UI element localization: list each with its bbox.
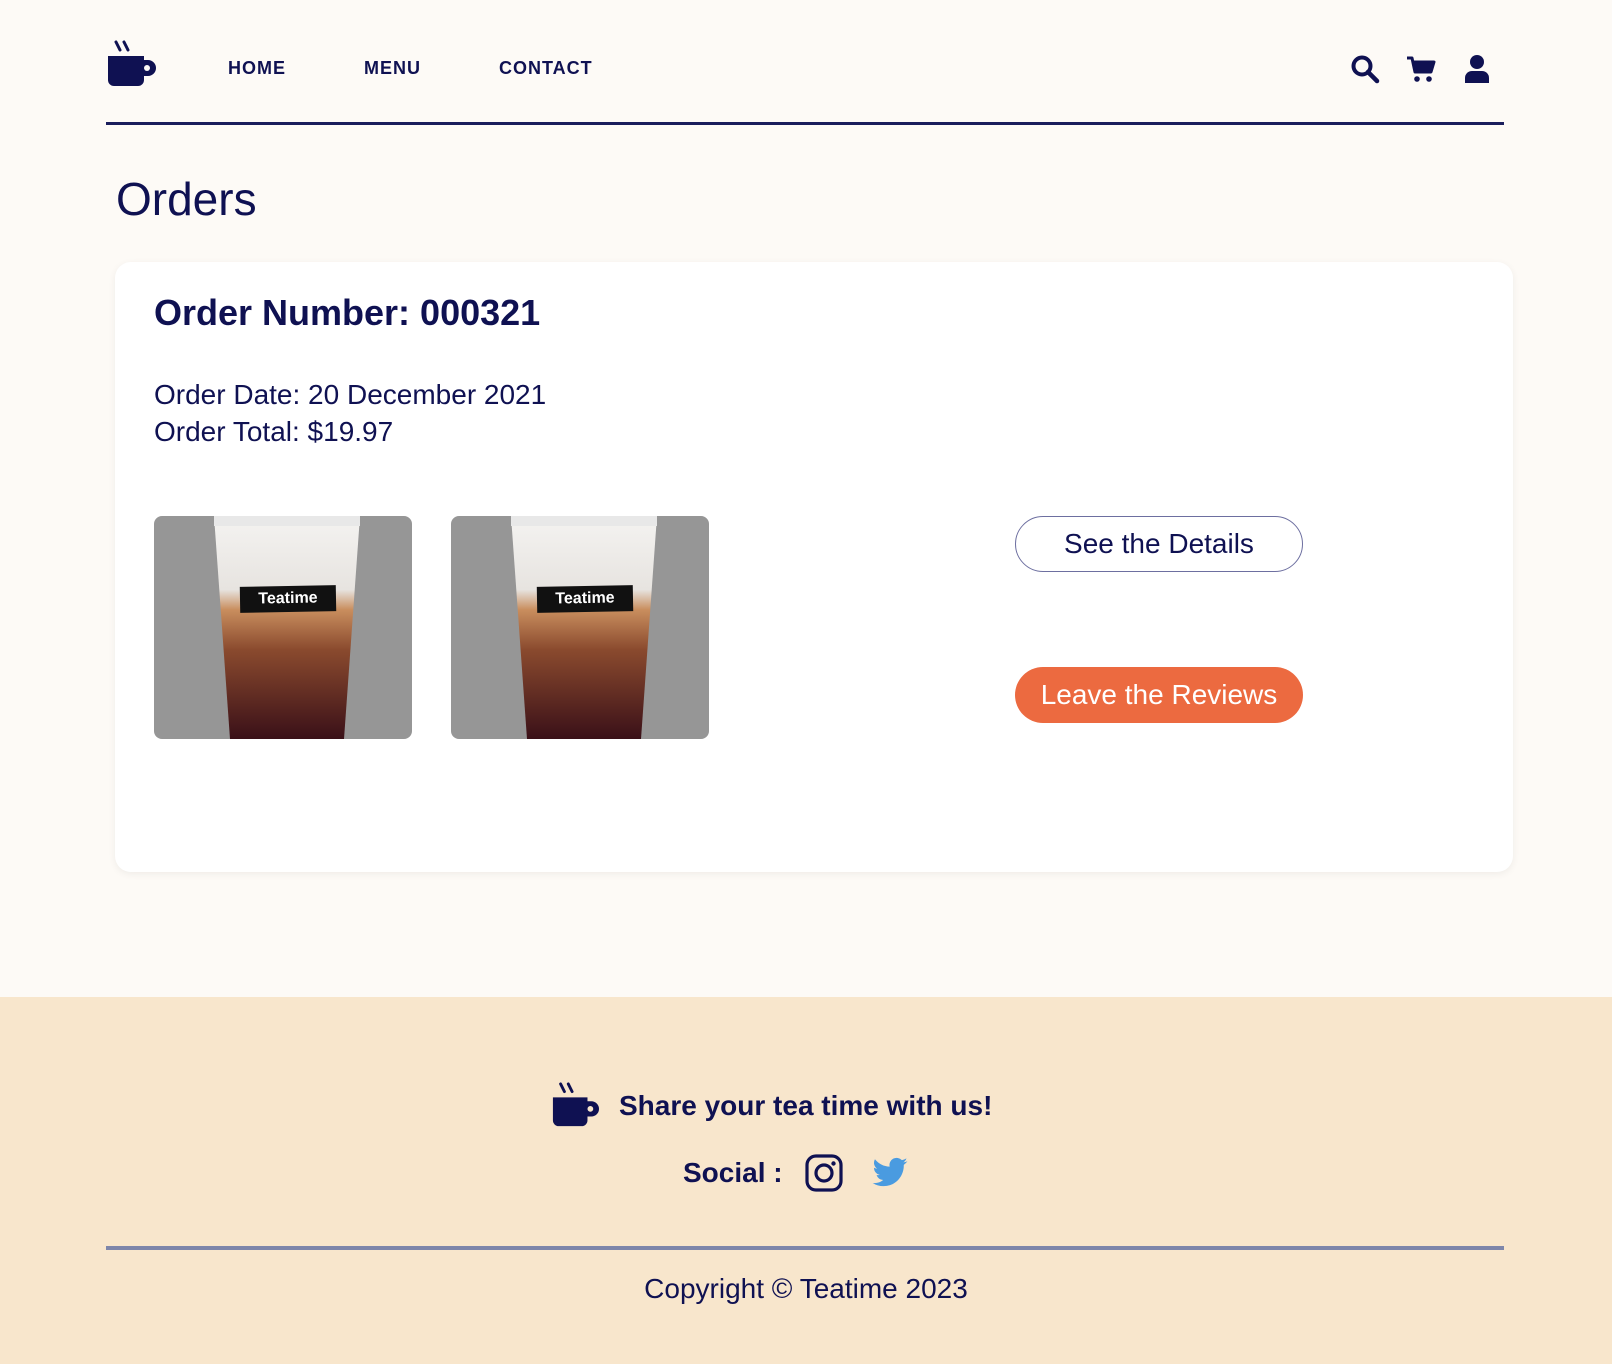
header-actions xyxy=(1350,54,1492,84)
see-details-button[interactable]: See the Details xyxy=(1015,516,1303,572)
copyright-text: Copyright © Teatime 2023 xyxy=(644,1273,968,1304)
leave-review-button[interactable]: Leave the Reviews xyxy=(1015,667,1303,723)
cup-label: Teatime xyxy=(239,585,337,613)
order-date: Order Date: 20 December 2021 xyxy=(154,379,547,410)
nav-contact-link[interactable]: CONTACT xyxy=(499,58,593,79)
order-card: Order Number: 000321 Order Date: 20 Dece… xyxy=(115,262,1513,872)
cup-label: Teatime xyxy=(536,585,634,613)
order-number: Order Number: 000321 xyxy=(154,292,541,333)
instagram-icon[interactable] xyxy=(804,1154,843,1192)
nav-home-link[interactable]: HOME xyxy=(228,58,286,79)
cart-icon[interactable] xyxy=(1406,54,1436,84)
search-icon[interactable] xyxy=(1350,54,1380,84)
user-icon[interactable] xyxy=(1462,54,1492,84)
order-total: Order Total: $19.97 xyxy=(154,416,394,447)
footer-share: Share your tea time with us! xyxy=(551,1082,992,1130)
order-meta: Order Date: 20 December 2021 Order Total… xyxy=(154,376,546,450)
site-footer: Share your tea time with us! Social : Co… xyxy=(0,997,1612,1364)
page-title: Orders xyxy=(116,173,257,225)
coffee-cup-icon xyxy=(551,1082,599,1130)
footer-divider xyxy=(106,1246,1504,1250)
twitter-icon[interactable] xyxy=(871,1154,909,1192)
site-header: HOME MENU CONTACT xyxy=(106,0,1504,125)
main-nav: HOME MENU CONTACT xyxy=(228,58,671,79)
social-label: Social : xyxy=(683,1157,783,1188)
nav-menu-link[interactable]: MENU xyxy=(364,58,421,79)
coffee-cup-icon[interactable] xyxy=(106,40,156,90)
footer-share-text: Share your tea time with us! xyxy=(619,1090,993,1121)
order-item-image: Teatime xyxy=(154,516,412,739)
footer-social: Social : xyxy=(683,1154,937,1192)
order-item-image: Teatime xyxy=(451,516,709,739)
